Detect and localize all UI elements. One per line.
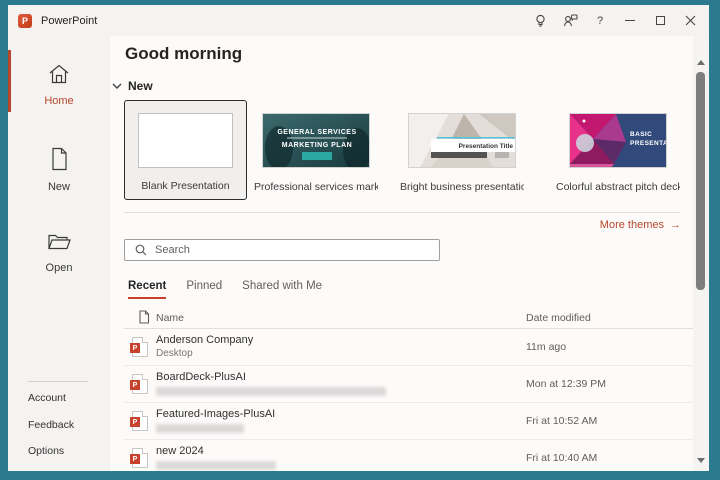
greeting-heading: Good morning — [125, 44, 242, 64]
template-thumbnail: BASIC PRESENTATION — [569, 113, 667, 168]
powerpoint-window: P PowerPoint ? — [0, 0, 720, 480]
more-themes-link[interactable]: More themes → — [600, 219, 681, 231]
search-box[interactable] — [124, 239, 440, 261]
sidebar-item-new[interactable]: New — [8, 147, 110, 193]
sidebar-divider — [28, 381, 88, 382]
svg-text:PRESENTATION: PRESENTATION — [630, 140, 667, 147]
tab-pinned[interactable]: Pinned — [186, 280, 222, 299]
blank-slide-thumbnail — [138, 113, 233, 168]
date-column-header[interactable]: Date modified — [526, 312, 591, 324]
template-blank-presentation[interactable]: Blank Presentation — [124, 100, 247, 200]
svg-text:BASIC: BASIC — [630, 131, 652, 138]
svg-text:Presentation Title: Presentation Title — [459, 143, 514, 150]
sidebar-item-home[interactable]: Home — [8, 63, 110, 107]
file-row-featured-images-plusai[interactable]: P Featured-Images-PlusAI Fri at 10:52 AM — [124, 403, 693, 440]
file-row-boarddeck-plusai[interactable]: P BoardDeck-PlusAI Mon at 12:39 PM — [124, 366, 693, 403]
sidebar-item-options[interactable]: Options — [28, 445, 64, 457]
powerpoint-file-icon: P — [132, 411, 148, 431]
template-thumbnail: GENERAL SERVICES MARKETING PLAN — [262, 113, 370, 168]
powerpoint-file-icon: P — [132, 448, 148, 468]
vertical-scrollbar[interactable] — [693, 36, 709, 471]
close-icon[interactable] — [675, 5, 705, 36]
document-icon — [138, 310, 150, 324]
sidebar-item-feedback[interactable]: Feedback — [28, 419, 74, 431]
main-content: Good morning New Blank Presentation — [110, 36, 693, 471]
chevron-down-icon — [112, 83, 122, 89]
search-icon — [135, 244, 147, 256]
svg-text:GENERAL SERVICES: GENERAL SERVICES — [277, 129, 356, 136]
arrow-right-icon: → — [670, 219, 681, 231]
tab-shared-with-me[interactable]: Shared with Me — [242, 280, 322, 299]
file-list-header: Name Date modified — [124, 310, 693, 328]
new-document-icon — [49, 147, 69, 171]
open-folder-icon — [47, 232, 71, 252]
minimize-icon[interactable] — [615, 5, 645, 36]
app-title: PowerPoint — [41, 15, 97, 27]
window-frame: P PowerPoint ? — [8, 5, 709, 471]
help-icon[interactable]: ? — [585, 5, 615, 36]
search-input[interactable] — [155, 244, 439, 256]
titlebar: P PowerPoint ? — [8, 5, 709, 36]
name-column-header[interactable]: Name — [156, 312, 184, 324]
sidebar-item-account[interactable]: Account — [28, 392, 66, 404]
sidebar-item-open[interactable]: Open — [8, 232, 110, 274]
scroll-up-arrow-icon[interactable] — [697, 60, 705, 65]
new-section-header[interactable]: New — [112, 79, 153, 93]
redacted-path — [156, 424, 244, 433]
template-bright-business[interactable]: Presentation Title Bright business prese… — [398, 100, 526, 200]
feedback-icon[interactable] — [555, 5, 585, 36]
template-thumbnail: Presentation Title — [408, 113, 516, 168]
sidebar: Home New Open Account Feedback Options — [8, 36, 110, 471]
scrollbar-thumb[interactable] — [696, 72, 705, 290]
home-icon — [47, 63, 71, 85]
file-row-anderson-company[interactable]: P Anderson Company Desktop 11m ago — [124, 329, 693, 366]
redacted-path — [156, 461, 276, 470]
template-colorful-abstract[interactable]: BASIC PRESENTATION Colorful abstract pit… — [554, 100, 682, 200]
redacted-path — [156, 387, 386, 396]
scroll-down-arrow-icon[interactable] — [697, 458, 705, 463]
powerpoint-app-icon: P — [18, 14, 32, 28]
powerpoint-file-icon: P — [132, 374, 148, 394]
powerpoint-file-icon: P — [132, 337, 148, 357]
tab-recent[interactable]: Recent — [128, 280, 166, 299]
file-row-new-2024[interactable]: P new 2024 Fri at 10:40 AM — [124, 440, 693, 471]
section-divider — [124, 212, 680, 213]
titlebar-buttons: ? — [525, 5, 705, 36]
lightbulb-icon[interactable] — [525, 5, 555, 36]
svg-text:MARKETING PLAN: MARKETING PLAN — [282, 142, 352, 149]
file-tabs: Recent Pinned Shared with Me — [128, 280, 322, 299]
template-professional-services[interactable]: GENERAL SERVICES MARKETING PLAN Professi… — [252, 100, 380, 200]
maximize-icon[interactable] — [645, 5, 675, 36]
